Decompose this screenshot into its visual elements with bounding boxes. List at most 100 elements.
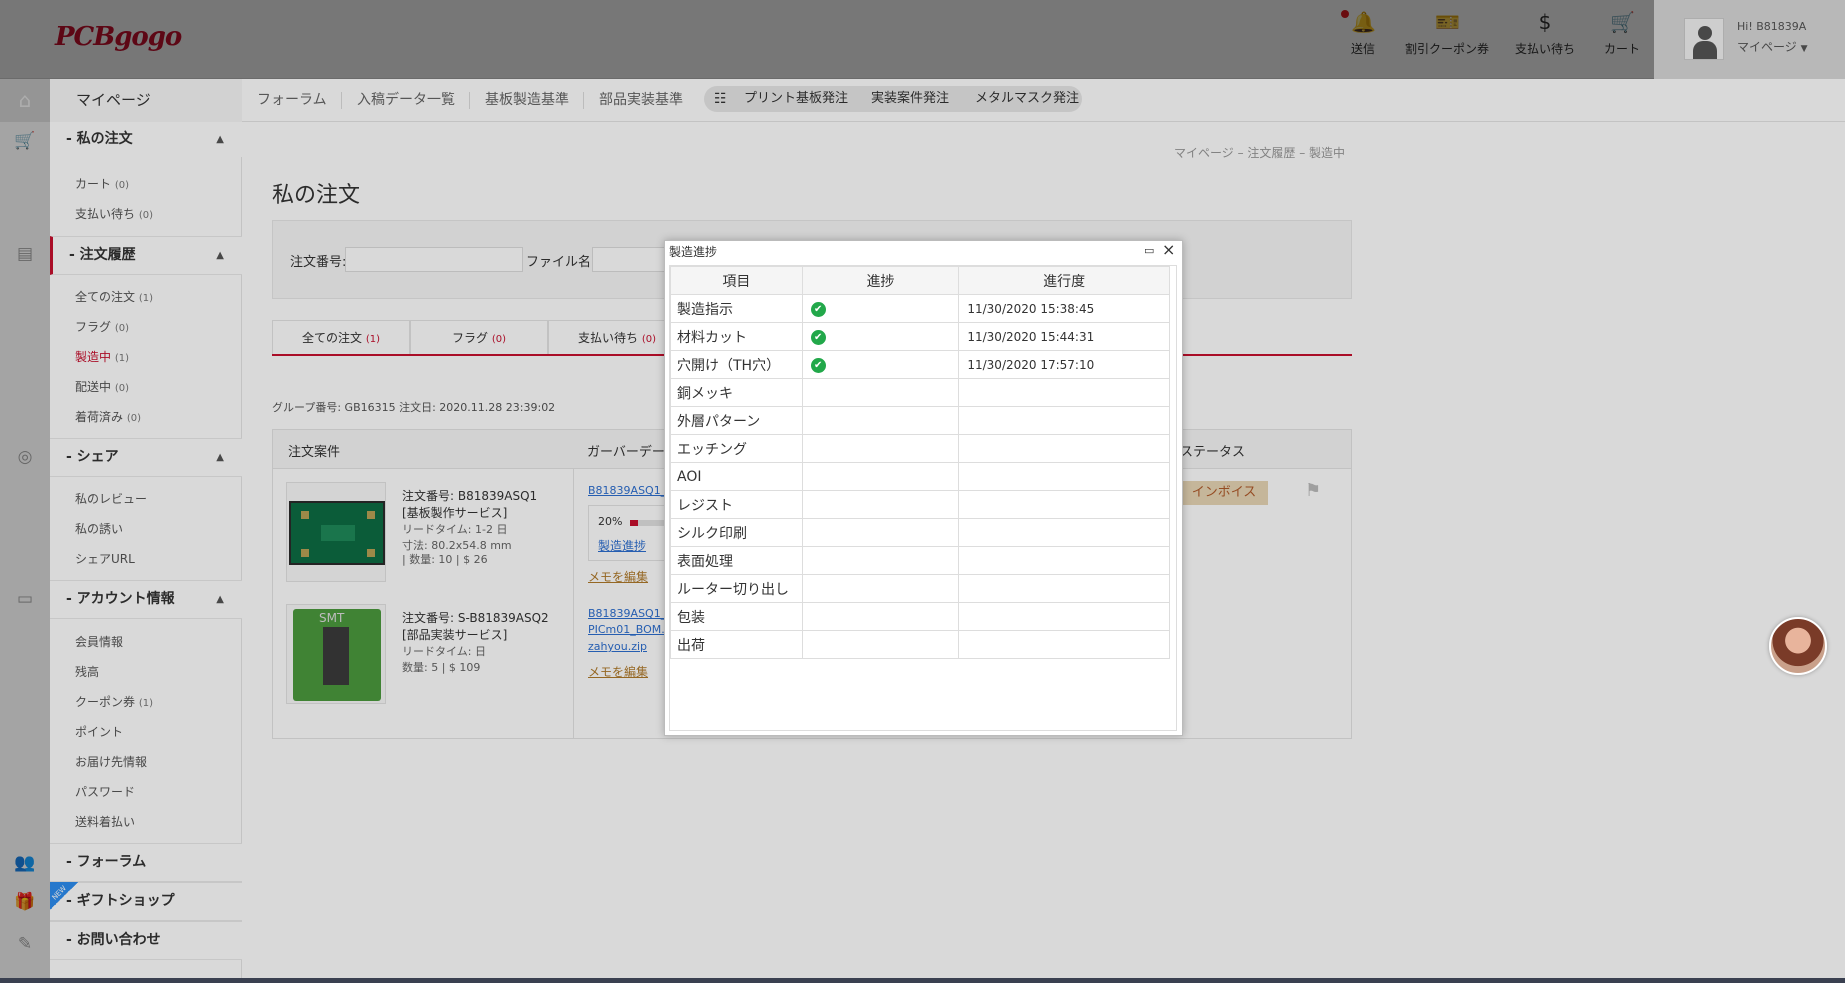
pcb-standard-link[interactable]: 基板製造基準 [485, 79, 569, 122]
file-name-label: ファイル名: [526, 255, 596, 270]
stencil-order-button[interactable]: メタルマスク発注 [975, 86, 1079, 112]
edit-memo-link[interactable]: メモを編集 [588, 663, 648, 680]
progress-percent: 20% [598, 515, 623, 528]
order-number: 注文番号: B81839ASQ1 [402, 489, 538, 503]
gerber-file-link[interactable]: B81839ASQ1_p [588, 607, 673, 620]
coordinate-file-link[interactable]: zahyou.zip [588, 640, 647, 653]
menu-item-address[interactable]: お届け先情報 [75, 753, 147, 770]
progress-step: 表面処理 [670, 546, 803, 575]
menu-item-cart[interactable]: カート (0) [75, 175, 129, 192]
assembly-order-button[interactable]: 実装案件発注 [871, 86, 949, 112]
gift-strip-icon[interactable]: 🎁 [13, 890, 37, 914]
progress-step: 包装 [670, 602, 803, 631]
contact-strip-icon[interactable]: ✎ [13, 932, 37, 956]
file-name-input[interactable] [592, 247, 672, 272]
progress-step: レジスト [670, 490, 803, 519]
menu-section-gift-shop[interactable]: - ギフトショップ [50, 882, 242, 921]
progress-date [958, 602, 1170, 631]
menu-item-points[interactable]: ポイント [75, 723, 123, 740]
progress-date [958, 462, 1170, 491]
logo[interactable]: PCBgogo [55, 22, 182, 52]
menu-item-balance[interactable]: 残高 [75, 663, 99, 680]
upload-data-link[interactable]: 入稿データ一覧 [357, 79, 455, 122]
menu-item-my-invite[interactable]: 私の誘い [75, 520, 123, 537]
header-date: 進行度 [958, 266, 1170, 295]
home-icon: ⌂ [18, 88, 32, 112]
assembly-standard-link[interactable]: 部品実装基準 [599, 79, 683, 122]
menu-item-password[interactable]: パスワード [75, 783, 135, 800]
caret-up-icon: ▲ [216, 250, 224, 261]
flag-icon[interactable]: ⚑ [1305, 480, 1321, 501]
menu-item-flag[interactable]: フラグ (0) [75, 318, 129, 335]
pcb-order-button[interactable]: プリント基板発注 [744, 86, 848, 112]
menu-item-coupon[interactable]: クーポン券 (1) [75, 693, 153, 710]
progress-status [801, 378, 960, 407]
menu-item-share-url[interactable]: シェアURL [75, 550, 135, 567]
production-progress-link[interactable]: 製造進捗 [598, 537, 646, 554]
progress-row: レジスト [670, 490, 1170, 519]
progress-row: エッチング [670, 434, 1170, 463]
menu-item-delivered[interactable]: 着荷済み (0) [75, 408, 141, 425]
menu-section-forum[interactable]: - フォーラム [50, 843, 242, 882]
edit-memo-link[interactable]: メモを編集 [588, 568, 648, 585]
menu-item-cod-shipping[interactable]: 送料着払い [75, 813, 135, 830]
group-info: グループ番号: GB16315 注文日: 2020.11.28 23:39:02 [272, 401, 556, 414]
tab-all-orders[interactable]: 全ての注文 (1) [272, 320, 410, 354]
mypage-tab[interactable]: マイページ [50, 79, 242, 122]
check-circle-icon: ✔ [810, 302, 826, 317]
progress-status [801, 518, 960, 547]
menu-section-order-history[interactable]: - 注文履歴 ▲ [50, 236, 242, 275]
order-history-strip-icon[interactable]: ▤ [13, 242, 37, 266]
pending-payment-button[interactable]: $ 支払い待ち [1502, 10, 1588, 66]
pending-payment-label: 支払い待ち [1514, 42, 1575, 56]
progress-row: 材料カット ✔ 11/30/2020 15:44:31 [670, 322, 1170, 351]
cart-icon: 🛒 [1610, 10, 1635, 34]
user-panel[interactable]: Hi! B81839A マイページ ▼ [1654, 0, 1845, 79]
home-button[interactable]: ⌂ [0, 79, 50, 122]
order-number-input[interactable] [345, 247, 523, 272]
coupon-label: 割引クーポン券 [1404, 42, 1489, 56]
pcb-thumbnail[interactable] [286, 482, 386, 582]
divider [583, 92, 584, 109]
gerber-file-link[interactable]: B81839ASQ1_p [588, 484, 673, 497]
menu-section-my-orders[interactable]: - 私の注文 ▲ [50, 122, 242, 157]
user-greeting: Hi! B81839A [1737, 20, 1807, 33]
menu-section-account[interactable]: - アカウント情報 ▲ [50, 580, 242, 619]
invoice-button[interactable]: インボイス [1180, 481, 1268, 505]
progress-status [801, 462, 960, 491]
page-title: 私の注文 [272, 183, 361, 208]
menu-item-member-info[interactable]: 会員情報 [75, 633, 123, 650]
progress-date [958, 378, 1170, 407]
order-number: 注文番号: S-B81839ASQ2 [402, 611, 549, 625]
coupon-button[interactable]: 🎫 割引クーポン券 [1402, 10, 1492, 66]
menu-item-in-production[interactable]: 製造中 (1) [75, 348, 129, 365]
coupon-icon: 🎫 [1435, 10, 1460, 34]
menu-section-contact[interactable]: - お問い合わせ [50, 921, 242, 960]
progress-date [958, 546, 1170, 575]
pcb-thumbnail[interactable]: SMT [286, 604, 386, 704]
forum-link[interactable]: フォーラム [257, 79, 327, 122]
user-mypage-link[interactable]: マイページ ▼ [1737, 38, 1808, 55]
progress-row: ルーター切り出し [670, 574, 1170, 603]
share-strip-icon[interactable]: ◎ [13, 445, 37, 469]
menu-item-my-review[interactable]: 私のレビュー [75, 490, 147, 507]
close-icon[interactable]: × [1162, 240, 1175, 259]
header-item: 項目 [670, 266, 803, 295]
menu-section-share[interactable]: - シェア ▲ [50, 438, 242, 477]
menu-item-pending-payment[interactable]: 支払い待ち (0) [75, 205, 153, 222]
maximize-icon[interactable]: ▭ [1144, 244, 1154, 257]
cart-strip-icon[interactable]: 🛒 [13, 129, 37, 153]
menu-item-all-orders[interactable]: 全ての注文 (1) [75, 288, 153, 305]
order-service: [基板製作サービス] [402, 506, 508, 520]
forum-strip-icon[interactable]: 👥 [13, 851, 37, 875]
cart-button[interactable]: 🛒 カート [1580, 10, 1664, 66]
chat-support-avatar[interactable] [1769, 617, 1827, 675]
notifications-button[interactable]: 🔔 送信 [1320, 10, 1406, 66]
menu-item-shipping[interactable]: 配送中 (0) [75, 378, 129, 395]
account-strip-icon[interactable]: ▭ [13, 587, 37, 611]
order-qty-price: | 数量: 10 | $ 26 [402, 553, 488, 566]
progress-status [801, 406, 960, 435]
bom-file-link[interactable]: PICm01_BOM.x [588, 623, 671, 636]
order-service: [部品実装サービス] [402, 628, 508, 642]
tab-flag[interactable]: フラグ (0) [410, 320, 548, 354]
